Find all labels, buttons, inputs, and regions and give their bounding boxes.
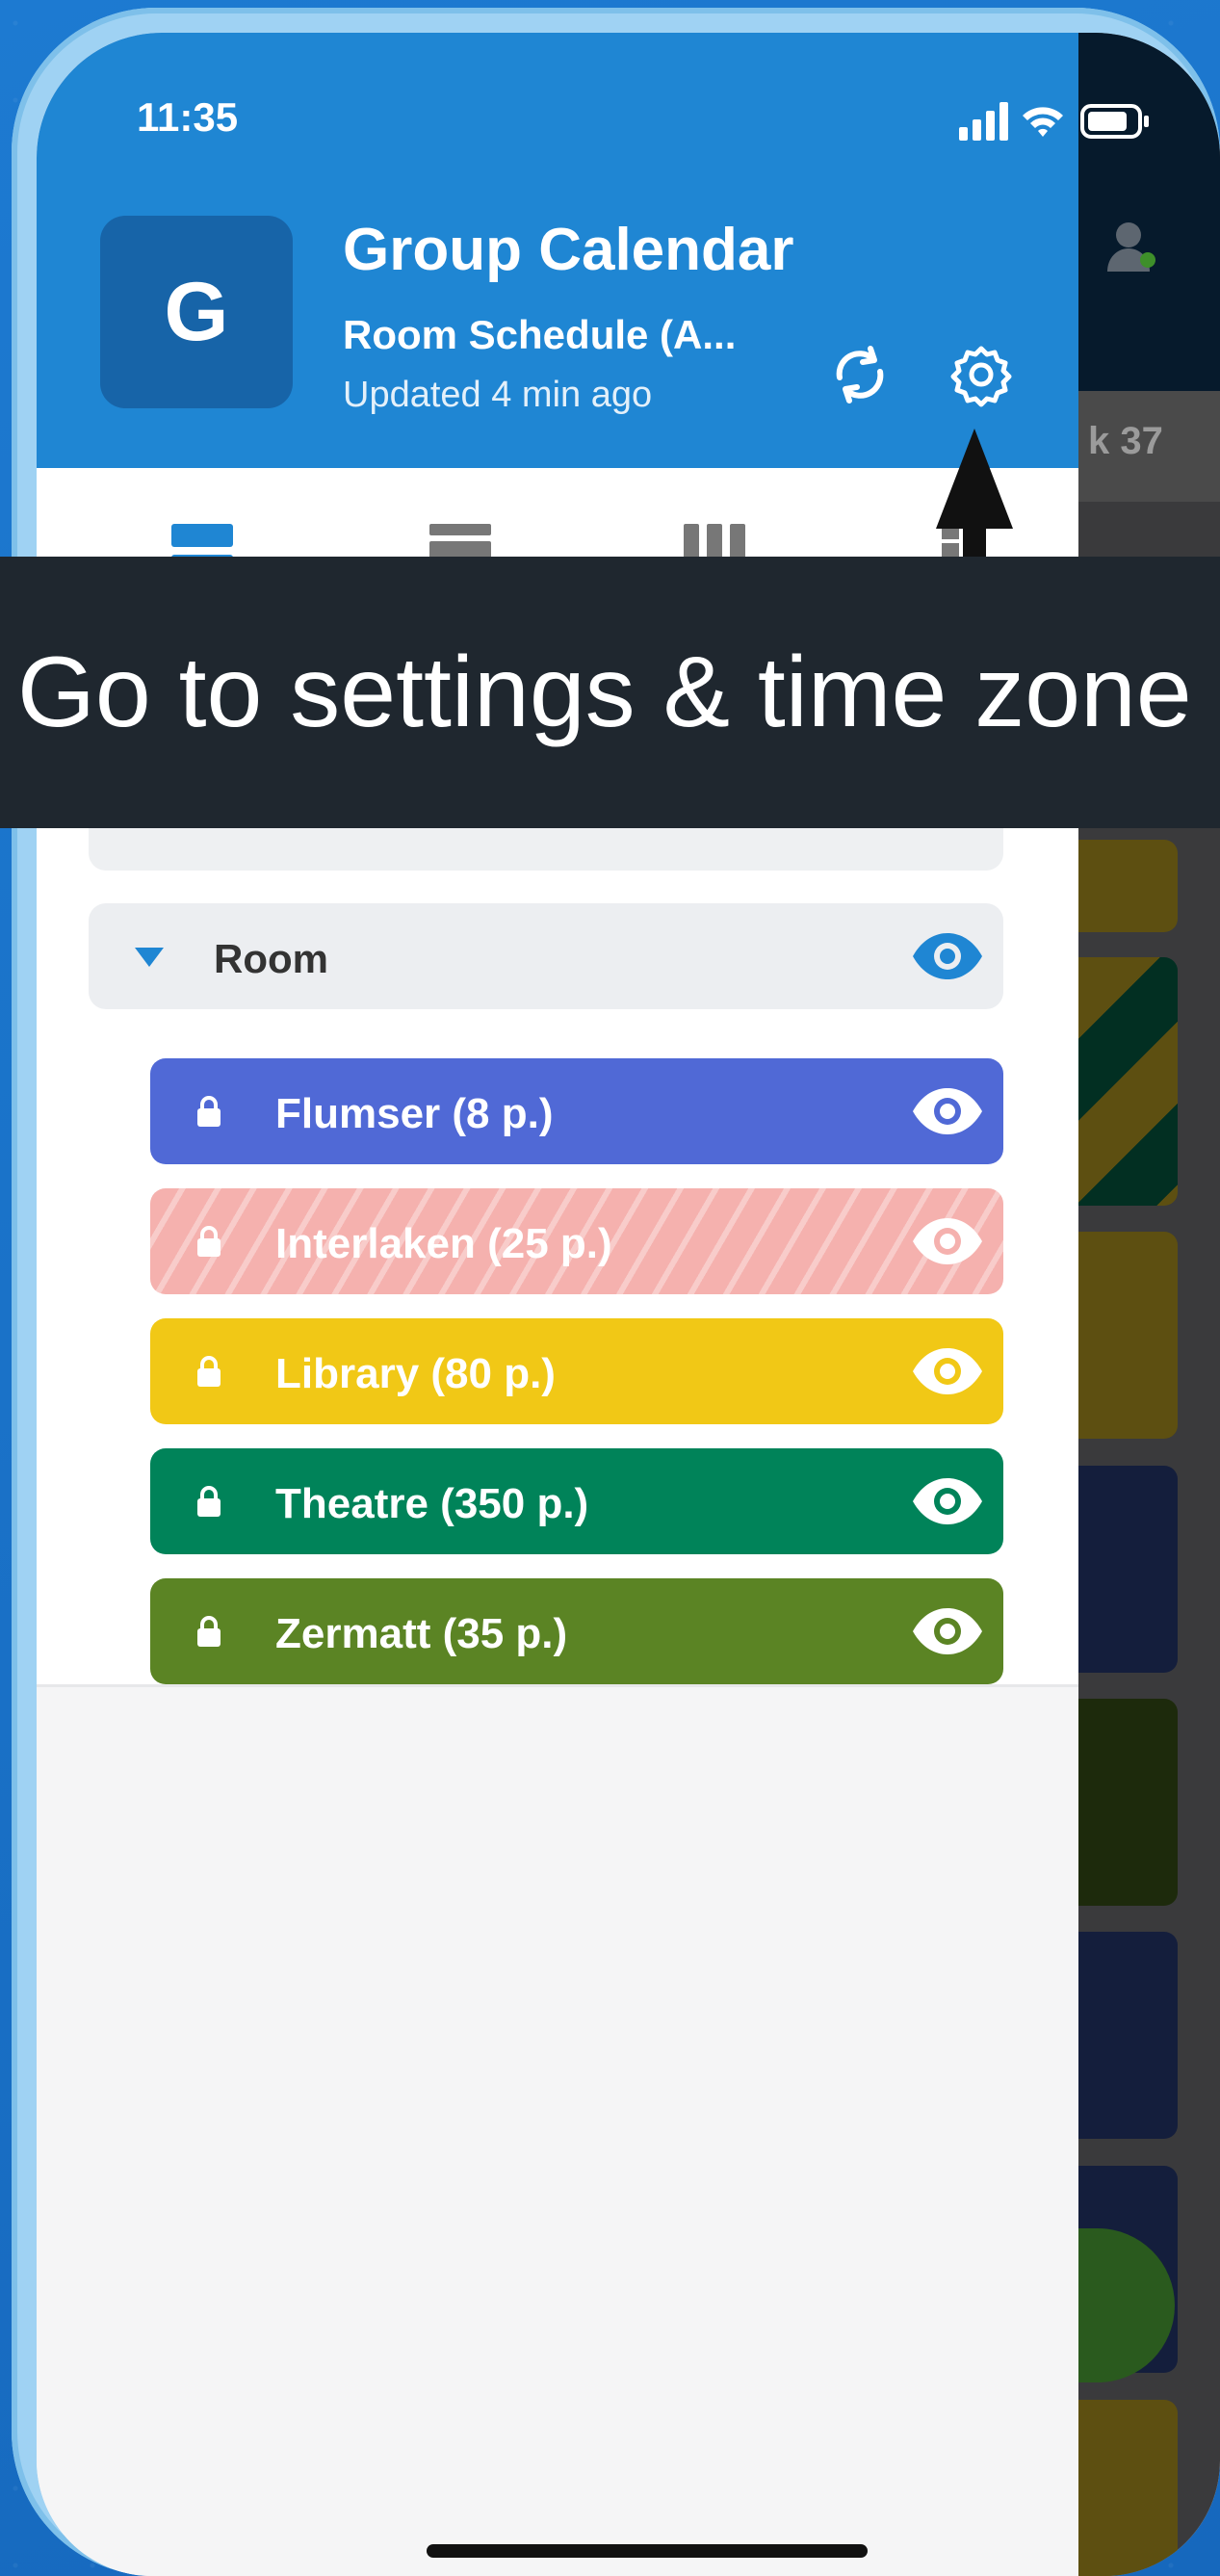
tooltip-banner: Go to settings & time zone [0,557,1220,828]
calendar-item-label: Theatre (350 p.) [275,1480,589,1527]
calendar-event[interactable] [1078,840,1178,932]
profile-icon [1107,222,1155,272]
calendar-event[interactable] [1078,1232,1178,1439]
calendar-event[interactable] [1078,2400,1178,2576]
calendar-event[interactable] [1078,1699,1178,1906]
updated-time: Updated 4 min ago [343,375,653,415]
calendar-item[interactable]: Flumser (8 p.) [150,1058,1003,1164]
divider [37,1684,1078,1687]
calendar-item[interactable]: Zermatt (35 p.) [150,1578,1003,1684]
status-time: 11:35 [137,94,239,140]
group-label: Room [214,936,328,981]
screen: k 37 11:35 G Group Calendar Room Schedul… [37,33,1220,2576]
caret-down-icon [135,948,164,967]
app-icon: G [100,216,293,408]
calendar-item-label: Zermatt (35 p.) [275,1610,568,1657]
lock-icon [197,1226,221,1257]
calendar-event[interactable] [1078,1932,1178,2139]
calendar-item-label: Flumser (8 p.) [275,1090,554,1137]
calendar-item-label: Interlaken (25 p.) [275,1220,612,1267]
phone-frame: k 37 11:35 G Group Calendar Room Schedul… [12,8,1220,2576]
sync-icon[interactable] [826,341,894,408]
lock-icon [197,1096,221,1127]
calendar-subtitle: Room Schedule (A... [343,312,737,357]
week-label: k 37 [1078,391,1220,502]
eye-icon[interactable] [911,1346,984,1396]
lock-icon [197,1616,221,1647]
tooltip-text: Go to settings & time zone [17,636,1192,748]
calendar-item[interactable]: Library (80 p.) [150,1318,1003,1424]
eye-icon[interactable] [911,1086,984,1136]
calendar-event[interactable] [1078,1466,1178,1673]
calendar-header [1078,33,1220,391]
eye-icon[interactable] [911,931,984,981]
calendar-item-label: Library (80 p.) [275,1350,556,1397]
calendar-behind[interactable]: k 37 [1069,33,1220,2576]
calendar-event[interactable] [1078,957,1178,1206]
status-icons [959,102,1149,141]
drawer-header: 11:35 G Group Calendar Room Schedule (A.… [37,33,1078,468]
calendar-item[interactable]: Interlaken (25 p.) [150,1188,1003,1294]
eye-icon[interactable] [911,1476,984,1526]
eye-icon[interactable] [911,1606,984,1656]
group-room[interactable]: Room [89,903,1003,1009]
arrow-up-icon [936,429,1013,563]
eye-icon[interactable] [911,1216,984,1266]
app-title: Group Calendar [343,217,794,283]
calendar-drawer: 11:35 G Group Calendar Room Schedule (A.… [37,33,1078,2576]
lock-icon [197,1486,221,1517]
home-indicator [427,2544,868,2558]
lock-icon [197,1356,221,1387]
gear-icon[interactable] [947,341,1015,408]
calendar-item[interactable]: Theatre (350 p.) [150,1448,1003,1554]
